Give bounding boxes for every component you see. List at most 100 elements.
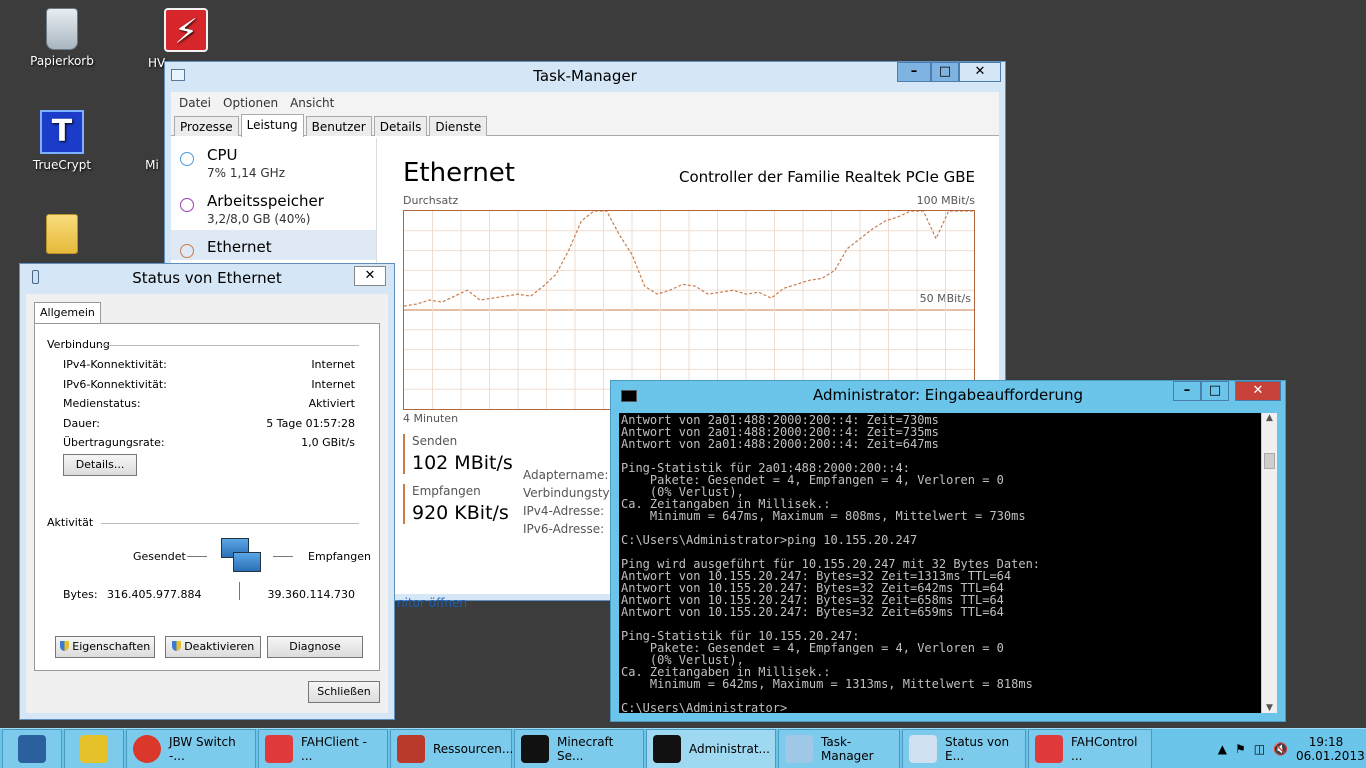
- hv-app-icon: ⚡: [164, 8, 208, 52]
- tab-benutzer[interactable]: Benutzer: [305, 116, 372, 136]
- taskmgr-icon: [785, 735, 813, 763]
- sidebar-item-name: Ethernet: [207, 238, 272, 256]
- close-button[interactable]: ✕: [1235, 381, 1281, 401]
- task-manager-titlebar[interactable]: Task-Manager – □ ✕: [165, 62, 1005, 90]
- status-row: Dauer: 5 Tage 01:57:28: [63, 417, 355, 430]
- taskbar-item[interactable]: [2, 729, 62, 768]
- vertical-scrollbar[interactable]: ▲ ▼: [1261, 413, 1277, 713]
- memory-graph-icon: [180, 198, 194, 212]
- desktop-icon-recycle-bin[interactable]: Papierkorb: [24, 8, 100, 68]
- cmd-icon: [653, 735, 681, 763]
- console-line: Minimum = 647ms, Maximum = 808ms, Mittel…: [621, 509, 1026, 523]
- network-tray-icon[interactable]: ◫: [1254, 742, 1265, 756]
- cmd-icon: [521, 735, 549, 763]
- desktop-icon-mi[interactable]: Mi: [140, 158, 164, 172]
- console-line: Minimum = 642ms, Maximum = 1313ms, Mitte…: [621, 677, 1033, 691]
- taskbar-item-label: FAHClient - ...: [301, 735, 367, 763]
- tab-bar: Prozesse Leistung Benutzer Details Diens…: [171, 114, 999, 137]
- network-activity-icon: [221, 538, 261, 578]
- prop-ipv6: IPv6-Adresse:: [523, 522, 605, 536]
- perf-adapter-name: Controller der Familie Realtek PCIe GBE: [678, 168, 975, 186]
- disable-button[interactable]: Deaktivieren: [165, 636, 261, 658]
- bytes-label: Bytes:: [63, 588, 98, 601]
- desktop-icon-folder[interactable]: [24, 214, 100, 258]
- taskbar-item-label: Ressourcen...: [433, 742, 514, 756]
- minimize-button[interactable]: –: [1173, 381, 1201, 401]
- taskbar-item-label: Administrat...: [689, 742, 770, 756]
- sidebar-item-sub: 7% 1,14 GHz: [207, 166, 286, 180]
- network-icon: [909, 735, 937, 763]
- diagnose-button[interactable]: Diagnose: [267, 636, 363, 658]
- taskbar-item[interactable]: JBW Switch -...: [126, 729, 256, 768]
- tab-details[interactable]: Details: [373, 116, 428, 136]
- console-output[interactable]: Antwort von 2a01:488:2000:200::4: Zeit=7…: [619, 413, 1261, 713]
- taskbar-item[interactable]: Administrat...: [646, 729, 776, 768]
- general-panel: Verbindung IPv4-Konnektivität: Internet I…: [34, 323, 380, 671]
- taskbar-item[interactable]: [64, 729, 124, 768]
- received-label: Empfangen: [308, 550, 371, 563]
- taskbar-item[interactable]: Status von E...: [902, 729, 1026, 768]
- close-button[interactable]: ✕: [959, 62, 1001, 82]
- resource-monitor-link[interactable]: nitor öffnen: [397, 596, 467, 610]
- fah-icon: [1035, 735, 1063, 763]
- folder-icon: [46, 214, 78, 254]
- taskbar-item[interactable]: Minecraft Se...: [514, 729, 644, 768]
- taskbar-item[interactable]: Task-Manager: [778, 729, 900, 768]
- flag-icon[interactable]: ⚑: [1235, 742, 1246, 756]
- aktivitaet-group-title: Aktivität: [47, 516, 94, 529]
- bytes-sent: 316.405.977.884: [107, 588, 202, 601]
- menu-datei[interactable]: Datei: [179, 96, 211, 114]
- scroll-thumb[interactable]: [1264, 453, 1275, 469]
- ethernet-status-titlebar[interactable]: Status von Ethernet ✕: [20, 264, 394, 292]
- sidebar-item-cpu[interactable]: CPU 7% 1,14 GHz: [171, 138, 376, 184]
- command-prompt-titlebar[interactable]: Administrator: Eingabeaufforderung – □ ✕: [611, 381, 1285, 409]
- taskbar-item-label: Minecraft Se...: [557, 735, 614, 763]
- show-hidden-icons-icon[interactable]: ▲: [1218, 742, 1227, 756]
- maximize-button[interactable]: □: [1201, 381, 1229, 401]
- minimize-button[interactable]: –: [897, 62, 931, 82]
- row-value: 5 Tage 01:57:28: [266, 417, 355, 430]
- menu-optionen[interactable]: Optionen: [223, 96, 278, 114]
- status-row: Medienstatus: Aktiviert: [63, 397, 355, 410]
- fah-icon: [265, 735, 293, 763]
- maximize-button[interactable]: □: [931, 62, 959, 82]
- explorer-icon: [80, 735, 108, 763]
- tab-prozesse[interactable]: Prozesse: [174, 116, 239, 136]
- scroll-up-arrow-icon[interactable]: ▲: [1262, 413, 1277, 423]
- sidebar-item-name: Arbeitsspeicher: [207, 192, 324, 210]
- taskbar-item[interactable]: Ressourcen...: [390, 729, 514, 768]
- taskbar-item[interactable]: FAHControl ...: [1028, 729, 1152, 768]
- divider-line: [273, 556, 293, 557]
- clock[interactable]: 19:18 06.01.2013: [1296, 735, 1365, 763]
- sidebar-item-memory[interactable]: Arbeitsspeicher 3,2/8,0 GB (40%): [171, 184, 376, 230]
- server-manager-icon: [18, 735, 46, 763]
- sidebar-item-ethernet[interactable]: Ethernet: [171, 230, 376, 260]
- desktop-icon-truecrypt[interactable]: T TrueCrypt: [24, 110, 100, 172]
- close-dialog-button[interactable]: Schließen: [308, 681, 380, 703]
- status-row: IPv6-Konnektivität: Internet: [63, 378, 355, 391]
- taskbar-item-label: Status von E...: [945, 735, 1010, 763]
- properties-button[interactable]: Eigenschaften: [55, 636, 155, 658]
- recv-label: Empfangen: [412, 484, 481, 498]
- row-key: IPv4-Konnektivität:: [63, 358, 167, 371]
- prop-ipv4: IPv4-Adresse:: [523, 504, 605, 518]
- tab-allgemein[interactable]: Allgemein: [34, 302, 101, 324]
- cmd-app-icon: [621, 390, 637, 402]
- window-title: Task-Manager: [533, 67, 637, 85]
- taskbar-item-label: FAHControl ...: [1071, 735, 1138, 763]
- menu-ansicht[interactable]: Ansicht: [290, 96, 334, 114]
- recv-value: 920 KBit/s: [412, 502, 509, 524]
- volume-muted-icon[interactable]: 🔇: [1273, 742, 1288, 756]
- taskmgr-app-icon: [171, 69, 185, 81]
- network-adapter-icon: [32, 270, 39, 284]
- close-button[interactable]: ✕: [354, 266, 386, 286]
- tab-leistung[interactable]: Leistung: [240, 114, 304, 137]
- row-value: Internet: [311, 378, 355, 391]
- shield-icon: [171, 641, 181, 651]
- perf-title: Ethernet: [403, 158, 515, 188]
- tab-dienste[interactable]: Dienste: [429, 116, 488, 136]
- taskbar-item[interactable]: FAHClient - ...: [258, 729, 388, 768]
- details-button[interactable]: Details...: [63, 454, 137, 476]
- ethernet-status-window: Status von Ethernet ✕ Allgemein Verbindu…: [19, 263, 395, 720]
- scroll-down-arrow-icon[interactable]: ▼: [1262, 703, 1277, 713]
